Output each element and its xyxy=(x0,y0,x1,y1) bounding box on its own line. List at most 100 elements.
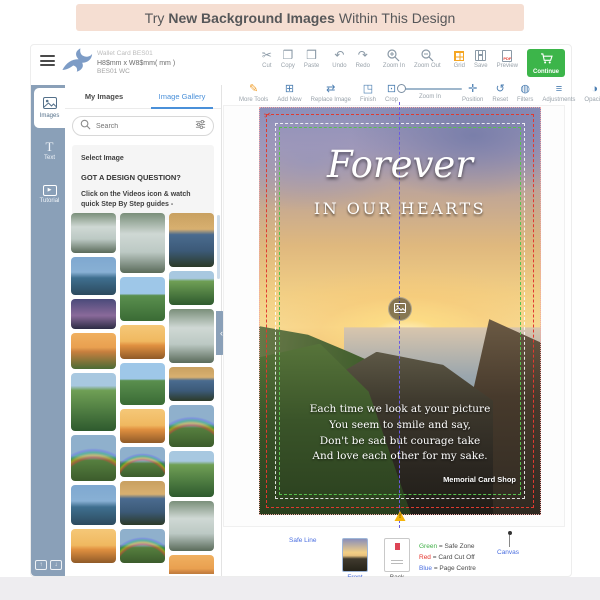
zoom-out-button[interactable]: Zoom Out xyxy=(414,49,441,69)
crop-icon: ⊡ xyxy=(387,83,396,96)
gallery-thumbnail-rainbow-meadow[interactable] xyxy=(71,435,116,481)
gallery-thumbnail-rainbow-hill[interactable] xyxy=(169,405,214,447)
redo-button[interactable]: ↷ Redo xyxy=(356,49,370,69)
opacity-icon: ◑ xyxy=(591,83,598,96)
slider-knob-icon[interactable] xyxy=(397,84,406,93)
image-handle-icon xyxy=(394,300,406,318)
rail-tab-tutorial[interactable]: ▶ Tutorial xyxy=(34,174,65,214)
gallery-thumbnail-sunset-road[interactable] xyxy=(169,555,214,574)
card-title-caps[interactable]: IN OUR HEARTS xyxy=(259,199,541,218)
text-icon: T xyxy=(46,141,54,153)
top-toolbar: ✂ Cut ❐ Copy ❒ Paste ↶ Undo ↷ Redo xyxy=(262,49,565,77)
replace-image-icon: ⇄ xyxy=(326,83,335,96)
editor-window: Wallet Card BES01 H8$mm x W8$mm( mm ) BE… xyxy=(30,44,572,577)
replace-image-button[interactable]: ⇄ Replace Image xyxy=(311,83,351,103)
gallery-thumbnail-lighthouse-sunset[interactable] xyxy=(120,325,165,359)
reset-icon: ↺ xyxy=(496,83,505,96)
search-icon xyxy=(80,117,91,135)
card-title-script[interactable]: Forever xyxy=(259,143,541,186)
tab-image-gallery[interactable]: Image Gallery xyxy=(143,85,221,108)
more-tools-button[interactable]: ✎ More Tools xyxy=(239,83,268,103)
scroll-up-icon[interactable]: ↑ xyxy=(35,560,47,570)
finish-icon: ◳ xyxy=(363,83,373,96)
document-code: BES01 WC xyxy=(97,68,175,77)
scroll-down-icon[interactable]: ↓ xyxy=(50,560,62,570)
paste-button[interactable]: ❒ Paste xyxy=(304,49,319,69)
gallery-thumbnail-waterfall-forest[interactable] xyxy=(169,501,214,551)
gallery-thumbnail-mountain-lake[interactable] xyxy=(71,257,116,295)
document-dimensions: H8$mm x W8$mm( mm ) xyxy=(97,59,175,68)
position-icon: ✛ xyxy=(468,83,477,96)
dove-logo-icon xyxy=(57,46,93,76)
add-new-button[interactable]: ⊞ Add New xyxy=(277,83,301,103)
search-input[interactable] xyxy=(96,123,190,130)
gallery-thumbnail-misty-waterfall[interactable] xyxy=(71,213,116,253)
document-titles: Wallet Card BES01 H8$mm x W8$mm( mm ) BE… xyxy=(97,50,175,77)
gallery-thumbnail-waterfall-rocks[interactable] xyxy=(169,309,214,363)
warning-icon[interactable]: ! xyxy=(395,511,406,521)
finish-button[interactable]: ◳ Finish xyxy=(360,83,376,103)
preview-button[interactable]: PDF Preview xyxy=(497,49,518,77)
document-title: Wallet Card BES01 xyxy=(97,50,175,59)
card-artboard[interactable]: ✂ Forever IN OUR HEARTS Each time we loo… xyxy=(259,107,541,515)
images-icon xyxy=(43,97,57,111)
left-rail: Images T Text ▶ Tutorial ↑ ↓ xyxy=(31,85,65,576)
gallery-thumbnail-valley-lake[interactable] xyxy=(120,363,165,405)
safe-line-label: Safe Line xyxy=(289,537,316,544)
copy-button[interactable]: ❐ Copy xyxy=(281,49,295,69)
filters-button[interactable]: ◍ Filters xyxy=(517,83,533,103)
crop-button[interactable]: ⊡ Crop xyxy=(385,83,398,103)
zoom-in-button[interactable]: Zoom In xyxy=(383,49,405,69)
gallery-thumbnail-lake-reflection[interactable] xyxy=(71,485,116,525)
gallery-thumbnail-cliffs-blue-sea[interactable] xyxy=(169,367,214,401)
legend-cut-off: Red = Card Cut Off xyxy=(419,552,476,563)
gallery-thumbnail-rocky-valley[interactable] xyxy=(169,451,214,497)
cut-button[interactable]: ✂ Cut xyxy=(262,49,272,69)
card-brand-text[interactable]: Memorial Card Shop xyxy=(443,475,516,484)
page-footer xyxy=(0,577,600,600)
image-zoom-slider[interactable]: Zoom In xyxy=(398,83,462,100)
opacity-button[interactable]: ◑ Opacity xyxy=(584,83,600,103)
canvas-label: Canvas xyxy=(497,549,519,556)
gallery-thumbnail-green-valley-aerial[interactable] xyxy=(71,373,116,431)
rail-tab-text[interactable]: T Text xyxy=(34,131,65,171)
position-button[interactable]: ✛ Position xyxy=(462,83,483,103)
filter-sliders-icon[interactable] xyxy=(195,117,206,135)
image-drag-handle[interactable] xyxy=(388,297,412,321)
gallery-thumbnail-night-sky-lake[interactable] xyxy=(71,299,116,329)
gallery-thumbnail-sea-cliffs[interactable] xyxy=(169,213,214,267)
video-icon: ▶ xyxy=(43,185,57,196)
cart-icon xyxy=(540,51,553,69)
grid-button[interactable]: Grid xyxy=(454,49,465,77)
gallery-scrollbar[interactable] xyxy=(217,215,220,279)
gallery-thumbnail-forest-stream[interactable] xyxy=(120,213,165,273)
save-button[interactable]: Save xyxy=(474,49,488,77)
adjustments-button[interactable]: ≡ Adjustments xyxy=(542,83,575,103)
card-poem[interactable]: Each time we look at your picture You se… xyxy=(259,402,541,465)
rail-scroll-arrows: ↑ ↓ xyxy=(35,560,62,570)
gallery-thumbnail-faint-rainbow[interactable] xyxy=(120,447,165,477)
page-front-thumbnail[interactable]: Front xyxy=(341,538,369,581)
paste-icon: ❒ xyxy=(306,49,317,62)
guide-legend: Green = Safe Zone Red = Card Cut Off Blu… xyxy=(419,541,476,574)
copy-icon: ❐ xyxy=(283,49,294,62)
gallery-thumbnail-sea-cliffs-sunset[interactable] xyxy=(120,481,165,525)
legend-page-centre: Blue = Page Centre xyxy=(419,563,476,574)
gallery-thumbnail-sunset-mountain[interactable] xyxy=(71,529,116,563)
menu-icon[interactable] xyxy=(40,55,55,66)
rail-tab-images[interactable]: Images xyxy=(34,88,65,128)
pdf-preview-icon: PDF xyxy=(502,49,512,62)
gallery-thumbnail-stone-walls-aerial[interactable] xyxy=(169,271,214,305)
tab-my-images[interactable]: My Images xyxy=(65,85,143,108)
reset-button[interactable]: ↺ Reset xyxy=(492,83,508,103)
gallery-thumbnail-green-hills-lake[interactable] xyxy=(120,277,165,321)
gallery-thumbnail-rainbow-field[interactable] xyxy=(120,529,165,563)
pencil-icon: ✎ xyxy=(249,83,258,96)
gallery-thumbnail-sunset-river-valley[interactable] xyxy=(71,333,116,369)
page-back-thumbnail[interactable]: Back xyxy=(383,538,411,581)
banner-text-prefix: Try xyxy=(145,10,165,26)
undo-button[interactable]: ↶ Undo xyxy=(332,49,346,69)
continue-button[interactable]: Continue xyxy=(527,49,565,77)
videos-hint-label: Click on the Videos icon & watch quick S… xyxy=(81,190,205,211)
gallery-thumbnail-golden-field[interactable] xyxy=(120,409,165,443)
